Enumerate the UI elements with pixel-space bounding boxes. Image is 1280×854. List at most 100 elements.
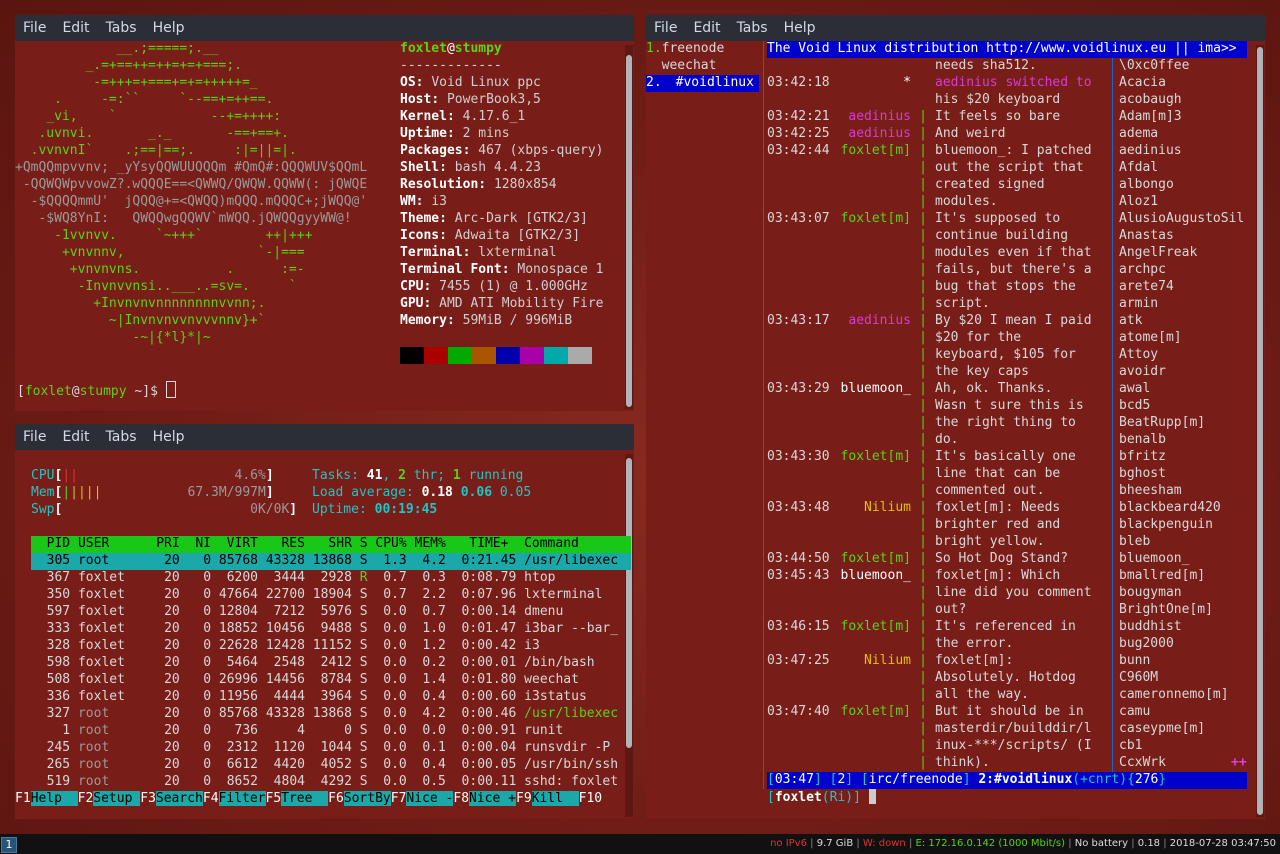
nicklist-item[interactable]: acobaugh xyxy=(1119,92,1182,109)
fkey-filter[interactable]: Filter xyxy=(218,791,266,806)
menu-tabs[interactable]: Tabs xyxy=(98,20,145,36)
process-row[interactable]: 328 foxlet 20 0 22628 12428 11152 S 0.0 … xyxy=(31,638,631,655)
nicklist-item[interactable]: bunn xyxy=(1119,653,1150,670)
nicklist-item[interactable]: bghost xyxy=(1119,466,1166,483)
nick[interactable]: aedinius xyxy=(837,109,911,124)
process-row[interactable]: 333 foxlet 20 0 18852 10456 9488 S 0.0 1… xyxy=(31,621,631,638)
fkey-search[interactable]: Search xyxy=(155,791,203,806)
process-row[interactable]: 598 foxlet 20 0 5464 2548 2412 S 0.0 0.2… xyxy=(31,655,631,672)
nicklist-item[interactable]: atk xyxy=(1119,313,1142,330)
process-row[interactable]: 245 root 20 0 2312 1120 1044 S 0.0 0.1 0… xyxy=(31,740,631,757)
menu-help[interactable]: Help xyxy=(776,20,824,36)
process-row[interactable]: 265 root 20 0 6612 4420 4052 S 0.0 0.4 0… xyxy=(31,757,631,774)
fkey-sortby[interactable]: SortBy xyxy=(343,791,391,806)
nick[interactable]: foxlet[m] xyxy=(837,704,911,719)
nick[interactable]: foxlet[m] xyxy=(837,551,911,566)
process-table-header[interactable]: PID USER PRI NI VIRT RES SHR S CPU% MEM%… xyxy=(31,536,631,553)
nicklist-item[interactable]: cb1 xyxy=(1119,738,1142,755)
menu-edit[interactable]: Edit xyxy=(54,429,97,445)
nicklist-item[interactable]: cameronnemo[m] xyxy=(1119,687,1229,704)
menu-help[interactable]: Help xyxy=(145,429,193,445)
nicklist-item[interactable]: armin xyxy=(1119,296,1158,313)
nick[interactable]: bluemoon_ xyxy=(837,568,911,583)
nicklist-item[interactable]: blackpenguin xyxy=(1119,517,1213,534)
nicklist-item[interactable]: camu xyxy=(1119,704,1150,721)
nicklist-item[interactable]: AlusioAugustoSil xyxy=(1119,211,1244,228)
nicklist-item[interactable]: benalb xyxy=(1119,432,1166,449)
menu-edit[interactable]: Edit xyxy=(685,20,728,36)
nicklist-item[interactable]: Adam[m]3 xyxy=(1119,109,1182,126)
nick[interactable]: aedinius xyxy=(837,313,911,328)
nicklist-item[interactable]: Attoy xyxy=(1119,347,1158,364)
nicklist-item[interactable]: albongo xyxy=(1119,177,1174,194)
process-row[interactable]: 336 foxlet 20 0 11956 4444 3964 S 0.0 0.… xyxy=(31,689,631,706)
nicklist-item[interactable]: Anastas xyxy=(1119,228,1174,245)
shell-prompt[interactable]: [foxlet@stumpy ~]$ xyxy=(17,381,176,399)
menu-file[interactable]: File xyxy=(15,20,54,36)
fkey-nice[interactable]: Nice + xyxy=(469,791,516,806)
nicklist-item[interactable]: adema xyxy=(1119,126,1158,143)
menu-tabs[interactable]: Tabs xyxy=(98,429,145,445)
nicklist-item[interactable]: BrightOne[m] xyxy=(1119,602,1213,619)
nick[interactable]: foxlet[m] xyxy=(837,619,911,634)
buffer-item[interactable]: 1.freenode xyxy=(646,41,759,58)
process-row[interactable]: 327 root 20 0 85768 43328 13868 S 0.0 4.… xyxy=(31,706,631,723)
workspace-button[interactable]: 1 xyxy=(1,837,17,853)
input-line[interactable]: [foxlet(Ri)] xyxy=(767,789,876,806)
nick[interactable]: aedinius xyxy=(837,126,911,141)
menu-tabs[interactable]: Tabs xyxy=(729,20,776,36)
nicklist-item[interactable]: bfritz xyxy=(1119,449,1166,466)
nick[interactable]: foxlet[m] xyxy=(837,211,911,226)
nick[interactable]: foxlet[m] xyxy=(837,143,911,158)
nicklist-item[interactable]: Aloz1 xyxy=(1119,194,1158,211)
process-row[interactable]: 519 root 20 0 8652 4804 4292 S 0.0 0.5 0… xyxy=(31,774,631,791)
nicklist-item[interactable]: buddhist xyxy=(1119,619,1182,636)
process-row[interactable]: 350 foxlet 20 0 47664 22700 18904 S 0.7 … xyxy=(31,587,631,604)
nicklist-item[interactable]: bcd5 xyxy=(1119,398,1150,415)
nicklist-item[interactable]: blackbeard420 xyxy=(1119,500,1221,517)
nicklist-item[interactable]: caseypme[m] xyxy=(1119,721,1205,738)
nicklist-item[interactable]: bougyman xyxy=(1119,585,1182,602)
fkey-setup[interactable]: Setup xyxy=(93,791,141,806)
process-row[interactable]: 305 root 20 0 85768 43328 13868 S 1.3 4.… xyxy=(31,553,631,570)
process-row[interactable]: 367 foxlet 20 0 6200 3444 2928 R 0.7 0.3… xyxy=(31,570,631,587)
nicklist-item[interactable]: arete74 xyxy=(1119,279,1174,296)
menu-file[interactable]: File xyxy=(15,429,54,445)
nicklist-item[interactable]: Afdal xyxy=(1119,160,1158,177)
nicklist-item[interactable]: BeatRupp[m] xyxy=(1119,415,1205,432)
nicklist-item[interactable]: bleb xyxy=(1119,534,1150,551)
nicklist-item[interactable]: bheesham xyxy=(1119,483,1182,500)
menu-file[interactable]: File xyxy=(646,20,685,36)
nicklist-item[interactable]: bluemoon_ xyxy=(1119,551,1189,568)
process-row[interactable]: 508 foxlet 20 0 26996 14456 8784 S 0.0 1… xyxy=(31,672,631,689)
scrollbar[interactable] xyxy=(1256,45,1264,817)
fkey-tree[interactable]: Tree xyxy=(281,791,329,806)
nicklist-item[interactable]: C960M xyxy=(1119,670,1158,687)
fkey-help[interactable]: Help xyxy=(30,791,78,806)
menu-edit[interactable]: Edit xyxy=(54,20,97,36)
nicklist-item[interactable]: awal xyxy=(1119,381,1150,398)
nicklist-item[interactable]: atome[m] xyxy=(1119,330,1182,347)
nicklist-item[interactable]: bug2000 xyxy=(1119,636,1174,653)
nick[interactable]: * xyxy=(837,75,911,90)
nick[interactable]: Nilium xyxy=(837,653,911,668)
nick[interactable]: foxlet[m] xyxy=(837,449,911,464)
nicklist-item[interactable]: aedinius xyxy=(1119,143,1182,160)
nicklist-item[interactable]: Acacia xyxy=(1119,75,1166,92)
menu-help[interactable]: Help xyxy=(145,20,193,36)
nicklist-item[interactable]: \0xc0ffee xyxy=(1119,58,1189,75)
nicklist-item[interactable]: CcxWrk xyxy=(1119,755,1166,772)
nicklist-item[interactable]: bmallred[m] xyxy=(1119,568,1205,585)
nicklist-item[interactable]: archpc xyxy=(1119,262,1166,279)
fkey-nice[interactable]: Nice - xyxy=(406,791,454,806)
fkey-kill[interactable]: Kill xyxy=(531,791,579,806)
scrollbar[interactable] xyxy=(625,45,633,409)
nick[interactable]: Nilium xyxy=(837,500,911,515)
process-row[interactable]: 1 root 20 0 736 4 0 S 0.0 0.0 0:00.91 ru… xyxy=(31,723,631,740)
nicklist-item[interactable]: AngelFreak xyxy=(1119,245,1197,262)
process-row[interactable]: 597 foxlet 20 0 12804 7212 5976 S 0.0 0.… xyxy=(31,604,631,621)
nick[interactable]: bluemoon_ xyxy=(837,381,911,396)
nicklist-item[interactable]: avoidr xyxy=(1119,364,1166,381)
buffer-item[interactable]: 2. #voidlinux xyxy=(646,75,759,92)
buffer-item[interactable]: weechat xyxy=(646,58,759,75)
